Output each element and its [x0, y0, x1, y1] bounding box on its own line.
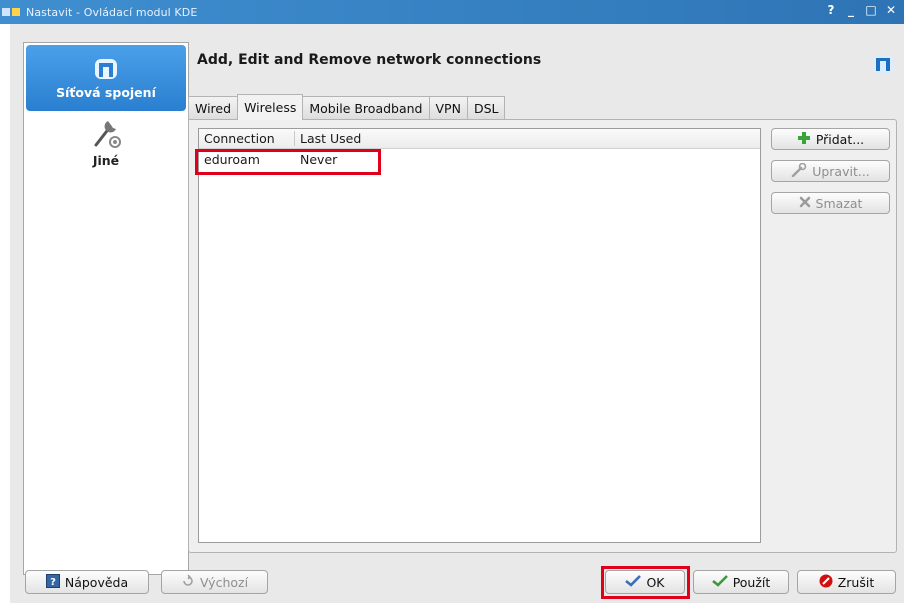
maximize-window-button[interactable]: □ [864, 3, 878, 17]
connection-last-used: Never [300, 151, 338, 167]
close-window-button[interactable]: ✕ [884, 3, 898, 17]
connection-name: eduroam [204, 151, 260, 167]
wrench-icon [791, 162, 807, 180]
tab-wireless[interactable]: Wireless [237, 94, 304, 120]
cancel-icon [819, 574, 833, 591]
edit-connection-button[interactable]: Upravit... [771, 160, 890, 182]
sidebar-item-label: Jiné [92, 153, 120, 168]
cancel-button[interactable]: Zrušit [797, 570, 896, 594]
wireless-tab-panel: Connection Last Used eduroam Never Přida… [188, 119, 897, 553]
tools-wrench-gear-icon [94, 121, 121, 148]
table-row[interactable]: eduroam Never [199, 149, 760, 169]
restore-defaults-icon [181, 574, 195, 591]
tab-vpn[interactable]: VPN [428, 96, 468, 120]
apply-button[interactable]: Použít [693, 570, 789, 594]
connection-actions: Přidat... Upravit... Smazat [771, 128, 891, 224]
dialog-window: Síťová spojení Jiné Add, Edit and Remove… [10, 24, 904, 603]
annotation-highlight-ok [601, 566, 690, 599]
list-header: Connection Last Used [199, 129, 760, 149]
network-manager-logo-icon [872, 54, 894, 78]
checkmark-icon [711, 574, 728, 590]
minimize-window-button[interactable]: _ [844, 3, 858, 17]
window-controls: ? _ □ ✕ [824, 3, 898, 17]
page-title: Add, Edit and Remove network connections [197, 52, 542, 68]
column-header-connection[interactable]: Connection [199, 131, 295, 146]
sidebar-item-network-connections[interactable]: Síťová spojení [26, 45, 186, 111]
kde-app-icon [2, 5, 24, 19]
connections-list[interactable]: Connection Last Used eduroam Never [195, 128, 761, 543]
connection-type-tabs: Wired Wireless Mobile Broadband VPN DSL [188, 94, 506, 120]
defaults-button[interactable]: Výchozí [161, 570, 268, 594]
sidebar-item-label: Síťová spojení [56, 85, 156, 100]
svg-text:?: ? [50, 577, 56, 588]
add-connection-button[interactable]: Přidat... [771, 128, 890, 150]
tab-wired[interactable]: Wired [188, 96, 239, 120]
tab-mobile-broadband[interactable]: Mobile Broadband [302, 96, 430, 120]
help-button[interactable]: ? Nápověda [25, 570, 149, 594]
title-bar[interactable]: Nastavit - Ovládací modul KDE ? _ □ ✕ [0, 0, 904, 24]
network-manager-icon [95, 59, 117, 79]
window-title: Nastavit - Ovládací modul KDE [26, 5, 198, 19]
sidebar-item-other[interactable]: Jiné [24, 115, 188, 175]
delete-x-icon [799, 196, 811, 211]
dialog-button-bar: ? Nápověda Výchozí OK Použít Zrušit [0, 570, 904, 596]
plus-icon [797, 131, 811, 148]
help-window-button[interactable]: ? [824, 3, 838, 17]
help-question-icon: ? [45, 573, 60, 591]
column-header-last-used[interactable]: Last Used [295, 131, 361, 146]
tab-dsl[interactable]: DSL [466, 96, 506, 120]
module-sidebar: Síťová spojení Jiné [23, 42, 189, 575]
delete-connection-button[interactable]: Smazat [771, 192, 890, 214]
